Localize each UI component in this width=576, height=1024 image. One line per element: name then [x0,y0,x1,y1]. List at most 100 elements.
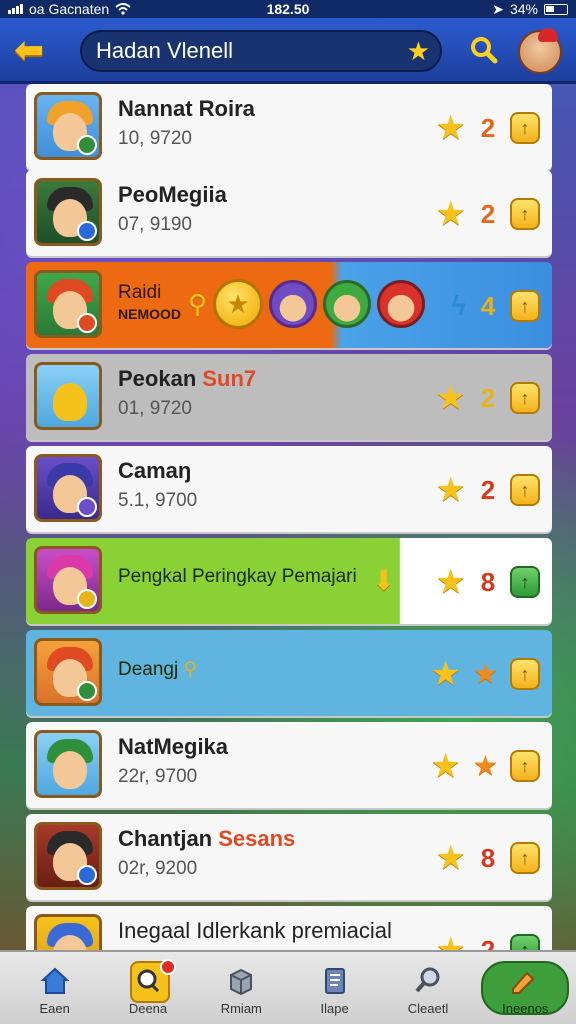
star-icon: ★ [435,195,466,233]
badge-icon [77,681,97,701]
upgrade-button[interactable]: ↑ [510,842,540,874]
page-title: Hadan Vlenell [96,38,233,63]
hero-avatar [323,280,372,328]
list-item[interactable]: PeoMegiia 07, 9190 ★ 2 ↑ [26,170,552,256]
badge-icon [77,589,97,609]
list-item[interactable]: Deangj ⚲ ★ ★ ↑ [26,630,552,716]
battery-percent: 34% [509,1,538,17]
upgrade-button[interactable]: ↑ [510,934,540,950]
player-name: Camaŋ [118,458,192,483]
nav-deena[interactable]: Deena [108,957,188,1019]
player-portrait [34,914,102,950]
upgrade-button[interactable]: ↑ [510,750,540,782]
nav-label: Ineenos [502,1001,549,1016]
title-bar: Hadan Vlenell ★ [80,30,442,72]
player-portrait [34,730,102,798]
badge-icon [77,221,97,241]
player-name: Inegaal Idlerkank premiacial [118,918,392,943]
list-item[interactable]: Inegaal Idlerkank premiacial ★ 2 ↑ [26,906,552,950]
upgrade-button[interactable]: ↑ [510,566,540,598]
player-score: 5.1, 9700 [118,490,198,511]
upgrade-button[interactable]: ↑ [510,290,540,322]
top-bar: ⬅ Hadan Vlenell ★ [0,18,576,84]
star-icon: ★ [472,750,498,781]
player-portrait [34,92,102,160]
key-icon: ⚲ [183,659,198,680]
upgrade-button[interactable]: ↑ [510,474,540,506]
nav-cleaetl[interactable]: Cleaetl [388,957,468,1019]
player-name: Pengkal Peringkay Pemajari [118,566,357,587]
nav-label: Rmiam [220,1001,262,1016]
nav-label: Cleaetl [407,1001,449,1016]
rank-number: 2 [480,934,496,951]
star-icon: ★ [435,931,466,950]
list-item[interactable]: Chantjan Sesans 02r, 9200 ★ 8 ↑ [26,814,552,900]
back-arrow-icon[interactable]: ⬅ [14,32,54,68]
player-name: Deangj ⚲ [118,659,198,680]
nav-ilape[interactable]: Ilape [295,957,375,1019]
arrow-down-icon: ⬇ [372,565,396,596]
player-name: Nannat Roira [118,96,255,121]
avatar[interactable] [518,28,562,74]
player-score: 22r, 9700 [118,766,198,787]
player-portrait [34,178,102,246]
status-bar: oa Gacnaten 182.50 ➤ 34% [0,0,576,18]
location-icon: ➤ [492,0,504,17]
magnifier-icon [137,969,160,993]
nav-home[interactable]: Eaen [15,957,95,1019]
star-icon: ★ [430,747,461,785]
badge-icon [77,313,97,333]
nav-rmiam[interactable]: Rmiam [201,957,281,1019]
player-name: Peokan Sun7 [118,366,257,391]
reward-strip: ⚲ ★ [188,276,426,332]
list-item[interactable]: NatMegika 22r, 9700 ★ ★ ↑ [26,722,552,808]
clock: 182.50 [266,1,310,17]
player-portrait [34,638,102,706]
upgrade-button[interactable]: ↑ [510,382,540,414]
list-item[interactable]: Nannat Roira 10, 9720 ★ 2 ↑ [26,84,552,170]
nav-label: Deena [128,1001,168,1016]
hero-avatar [269,280,318,328]
star-icon: ★ [472,658,498,689]
list-item[interactable]: Camaŋ 5.1, 9700 ★ 2 ↑ [26,446,552,532]
upgrade-button[interactable]: ↑ [510,658,540,690]
upgrade-button[interactable]: ↑ [510,112,540,144]
document-icon [324,968,345,994]
star-icon: ★ [435,839,466,877]
star-icon: ★ [435,109,466,147]
box-icon [230,968,253,996]
nav-label: Eaen [39,1001,70,1016]
player-name: Chantjan Sesans [118,826,296,851]
pencil-icon [512,971,535,994]
player-score: 10, 9720 [118,128,192,149]
list-item-highlight[interactable]: Raidi NEMOOD ⚲ ★ ϟ 4 ↑ [26,262,552,348]
rank-number: 2 [480,198,496,229]
star-icon: ★ [435,379,466,417]
rank-number: 8 [480,566,496,597]
leaderboard-list: Nannat Roira 10, 9720 ★ 2 ↑ PeoMegiia 07… [26,84,552,950]
star-icon: ★ [435,563,466,601]
key-icon: ⚲ [188,288,208,319]
player-portrait [34,546,102,614]
badge-icon [77,497,97,517]
star-icon: ★ [430,655,461,693]
upgrade-button[interactable]: ↑ [510,198,540,230]
rank-number: 2 [480,382,496,413]
list-item[interactable]: Peokan Sun7 01, 9720 ★ 2 ↑ [26,354,552,440]
hero-avatar [377,280,426,328]
battery-icon [544,3,568,15]
nav-label: Ilape [320,1001,349,1016]
nav-ineenos[interactable]: Ineenos [481,957,570,1019]
player-portrait [34,362,102,430]
star-icon: ★ [435,471,466,509]
player-score: 01, 9720 [118,398,192,419]
rank-number: 2 [480,112,496,143]
list-item-highlight[interactable]: Pengkal Peringkay Pemajari ⬇ ★ 8 ↑ [26,538,552,624]
player-name: PeoMegiia [118,182,227,207]
badge-icon [77,865,97,885]
player-score: 07, 9190 [118,214,192,235]
rank-number: 4 [480,290,496,321]
search-icon [415,967,440,993]
search-icon[interactable] [468,34,500,66]
rank-number: 2 [480,474,496,505]
